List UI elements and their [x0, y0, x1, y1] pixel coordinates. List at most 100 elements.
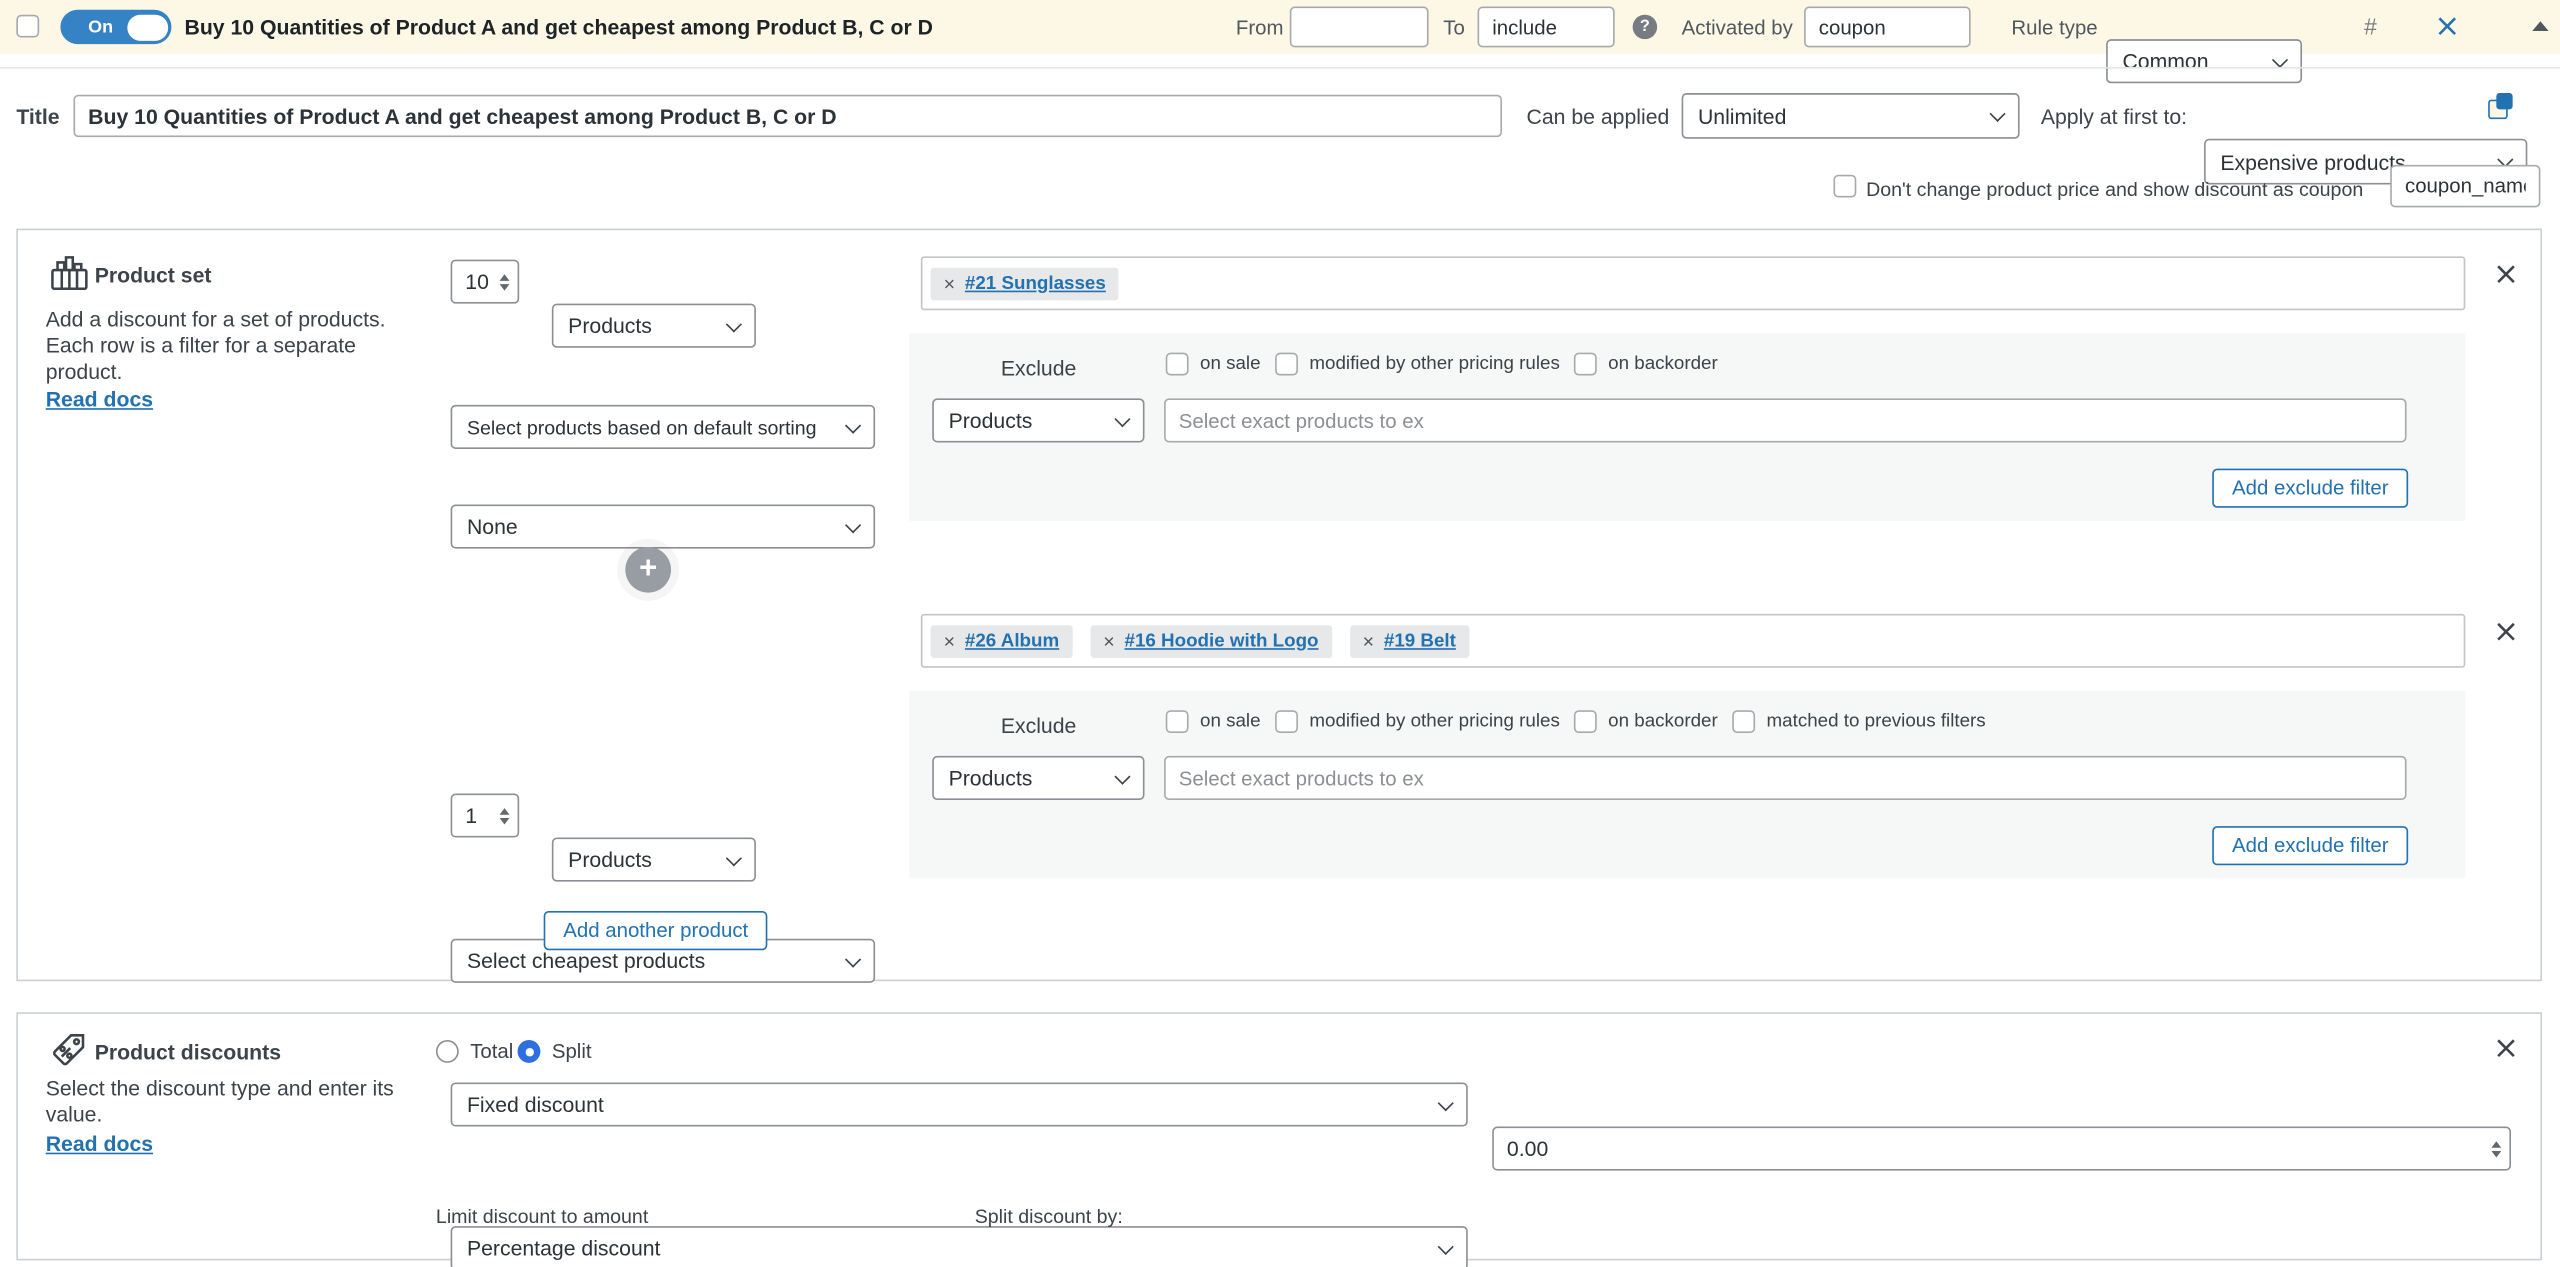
filter-sorting-select[interactable]: Select products based on default sorting	[451, 405, 875, 449]
chip-remove-icon[interactable]	[1103, 631, 1114, 651]
filter-qty-input[interactable]: 10	[451, 260, 520, 304]
split-discount-by-label: Split discount by:	[975, 1205, 1123, 1228]
rule-type-select[interactable]: Common	[2106, 39, 2302, 83]
to-input[interactable]	[1478, 7, 1615, 48]
discount-mode-total-radio[interactable]	[436, 1040, 459, 1063]
exclude-label: Exclude	[1001, 356, 1077, 380]
help-icon[interactable]: ?	[1633, 15, 1657, 39]
exclude-label: Exclude	[1001, 713, 1077, 737]
remove-filter-icon[interactable]	[2493, 617, 2519, 648]
exclude-option-label: on backorder	[1608, 712, 1718, 732]
show-as-coupon-label: Don't change product price and show disc…	[1866, 178, 2363, 201]
title-input[interactable]	[73, 95, 1502, 137]
exclude-on-sale-checkbox[interactable]	[1166, 353, 1189, 376]
filter-type-select[interactable]: Products	[552, 304, 756, 348]
exclude-modified-checkbox[interactable]	[1275, 353, 1298, 376]
chip-product-link[interactable]: #19 Belt	[1384, 631, 1456, 651]
exclude-panel: Exclude on sale modified by other pricin…	[909, 333, 2465, 521]
rule-enabled-toggle[interactable]: On	[60, 10, 171, 44]
filter-type-value: Products	[568, 847, 652, 871]
discount-amount-input[interactable]: 0.00	[1492, 1127, 2511, 1171]
activated-by-input[interactable]	[1804, 7, 1971, 48]
read-docs-link[interactable]: Read docs	[46, 1131, 153, 1155]
exclude-option-label: modified by other pricing rules	[1309, 354, 1559, 374]
header-divider	[0, 67, 2560, 69]
discount-type-select[interactable]: Fixed discount	[451, 1082, 1468, 1126]
qty-stepper-icon[interactable]	[500, 273, 510, 289]
exclude-option: modified by other pricing rules	[1275, 353, 1560, 376]
product-set-icon	[47, 251, 91, 295]
exclude-backorder-checkbox[interactable]	[1574, 353, 1597, 376]
exclude-type-select[interactable]: Products	[932, 756, 1144, 800]
discount-type-select[interactable]: Percentage discount	[451, 1226, 1468, 1267]
exclude-type-select[interactable]: Products	[932, 398, 1144, 442]
rule-title: Buy 10 Quantities of Product A and get c…	[184, 15, 932, 39]
exclude-search-input[interactable]	[1164, 756, 2406, 800]
exclude-matched-previous-checkbox[interactable]	[1732, 710, 1755, 733]
chip-remove-icon[interactable]	[944, 273, 955, 293]
apply-first-label: Apply at first to:	[2041, 104, 2187, 128]
chip-remove-icon[interactable]	[1363, 631, 1374, 651]
add-exclude-filter-button[interactable]: Add exclude filter	[2212, 826, 2408, 865]
product-set-description: Add a discount for a set of products. Ea…	[46, 307, 418, 385]
discount-type-value: Percentage discount	[467, 1236, 661, 1260]
chip-remove-icon[interactable]	[944, 631, 955, 651]
exclude-type-value: Products	[949, 766, 1033, 790]
add-filter-plus-button[interactable]	[625, 547, 671, 593]
can-be-applied-select[interactable]: Unlimited	[1682, 93, 2020, 139]
exclude-option: on sale	[1166, 710, 1261, 733]
exclude-modified-checkbox[interactable]	[1275, 710, 1298, 733]
discount-mode-split-radio[interactable]	[518, 1040, 541, 1063]
chip-product-link[interactable]: #16 Hoodie with Logo	[1125, 631, 1319, 651]
to-label: To	[1443, 16, 1465, 39]
chip-product-link[interactable]: #21 Sunglasses	[965, 273, 1106, 293]
filter-qty-input[interactable]: 1	[451, 793, 520, 837]
filter-type-value: Products	[568, 313, 652, 337]
from-label: From	[1236, 16, 1284, 39]
product-set-section: Product set Add a discount for a set of …	[16, 229, 2542, 982]
from-input[interactable]	[1290, 7, 1429, 48]
exclude-option: matched to previous filters	[1732, 710, 1985, 733]
filter-extra-select[interactable]: None	[451, 504, 875, 548]
chip-product-link[interactable]: #26 Album	[965, 631, 1059, 651]
product-chips-box[interactable]: #21 Sunglasses	[921, 256, 2465, 310]
can-be-applied-value: Unlimited	[1698, 104, 1786, 128]
amount-stepper-icon[interactable]	[2491, 1140, 2501, 1156]
toggle-on-label: On	[88, 17, 113, 37]
filter-qty-value: 1	[465, 803, 477, 827]
exclude-option: on backorder	[1574, 710, 1718, 733]
rule-select-checkbox[interactable]	[16, 15, 39, 38]
discount-mode-total-label: Total	[470, 1040, 513, 1063]
activated-by-label: Activated by	[1682, 16, 1793, 39]
show-as-coupon-checkbox[interactable]	[1833, 175, 1856, 198]
exclude-option: on sale	[1166, 353, 1261, 376]
discount-mode-split: Split	[518, 1040, 592, 1063]
exclude-option-label: modified by other pricing rules	[1309, 712, 1559, 732]
exclude-search-input[interactable]	[1164, 398, 2406, 442]
delete-rule-icon[interactable]	[2434, 11, 2460, 42]
read-docs-link[interactable]: Read docs	[46, 387, 153, 411]
remove-filter-icon[interactable]	[2493, 260, 2519, 291]
hash-icon[interactable]: #	[2364, 13, 2377, 39]
add-another-product-button[interactable]: Add another product	[544, 911, 768, 950]
collapse-caret-icon[interactable]	[2532, 21, 2548, 31]
remove-discount-section-icon[interactable]	[2493, 1033, 2519, 1064]
exclude-option-label: on sale	[1200, 712, 1261, 732]
qty-stepper-icon[interactable]	[500, 807, 510, 823]
filter-type-select[interactable]: Products	[552, 838, 756, 882]
product-chips-box[interactable]: #26 Album #16 Hoodie with Logo #19 Belt	[921, 614, 2465, 668]
product-discounts-description: Select the discount type and enter its v…	[46, 1076, 430, 1128]
can-be-applied-label: Can be applied	[1527, 104, 1670, 128]
exclude-option: on backorder	[1574, 353, 1718, 376]
rule-editor-page: On Buy 10 Quantities of Product A and ge…	[0, 0, 2560, 1267]
exclude-backorder-checkbox[interactable]	[1574, 710, 1597, 733]
add-exclude-filter-button[interactable]: Add exclude filter	[2212, 469, 2408, 508]
product-set-heading: Product set	[95, 263, 212, 287]
discount-mode-total: Total	[436, 1040, 513, 1063]
title-label: Title	[16, 104, 59, 128]
product-discounts-section: Product discounts Select the discount ty…	[16, 1012, 2542, 1260]
product-chip: #21 Sunglasses	[931, 267, 1119, 300]
exclude-on-sale-checkbox[interactable]	[1166, 710, 1189, 733]
coupon-name-input[interactable]	[2390, 165, 2540, 207]
toggle-knob	[127, 14, 168, 40]
